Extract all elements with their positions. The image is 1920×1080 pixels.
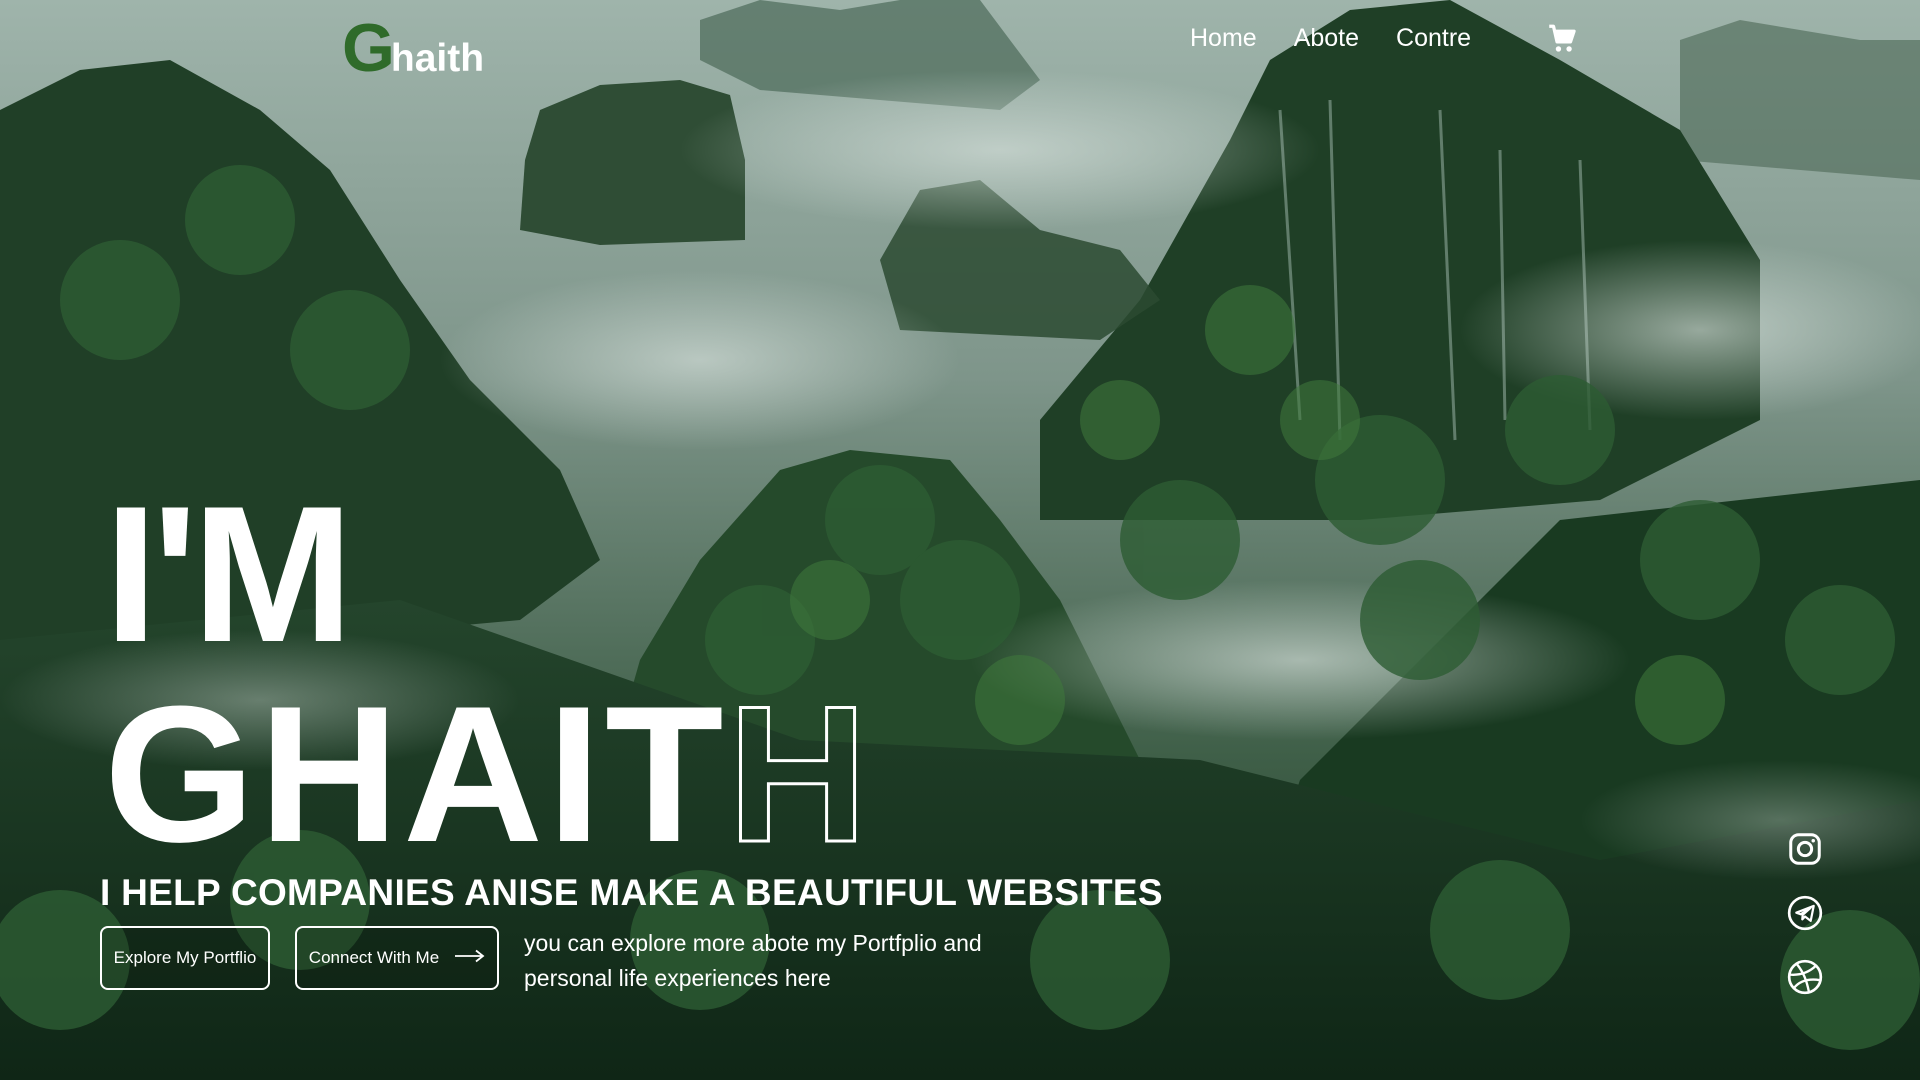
- connect-label: Connect With Me: [308, 948, 440, 967]
- main-nav: Home Abote Contre: [1190, 24, 1508, 53]
- hero-tagline: I HELP COMPANIES ANISE MAKE A BEAUTIFUL …: [100, 872, 1163, 913]
- nav-home[interactable]: Home: [1190, 24, 1257, 53]
- arrow-right-icon: [455, 948, 485, 968]
- nav-contact[interactable]: Contre: [1396, 24, 1471, 53]
- hero-description: you can explore more abote my Portfplio …: [524, 930, 982, 991]
- explore-portfolio-button[interactable]: Explore My Portflio: [100, 926, 270, 990]
- dribbble-icon[interactable]: [1786, 958, 1824, 996]
- logo-mark: G: [342, 10, 395, 86]
- logo-text: haith: [390, 37, 485, 80]
- brand-logo[interactable]: G haith: [342, 14, 484, 82]
- hero-name-outline: H: [726, 666, 872, 883]
- hero-heading-line2: GHAITH: [104, 676, 872, 873]
- social-links: [1786, 830, 1824, 996]
- telegram-icon[interactable]: [1786, 894, 1824, 932]
- connect-button[interactable]: Connect With Me: [295, 926, 499, 990]
- instagram-icon[interactable]: [1786, 830, 1824, 868]
- hero-heading-line1: I'M: [104, 478, 354, 672]
- hero-name-solid: GHAIT: [104, 666, 728, 883]
- nav-about[interactable]: Abote: [1294, 24, 1359, 53]
- cart-icon[interactable]: [1545, 22, 1579, 56]
- explore-portfolio-label: Explore My Portflio: [113, 948, 257, 967]
- hero-im-text: I'M: [104, 466, 354, 683]
